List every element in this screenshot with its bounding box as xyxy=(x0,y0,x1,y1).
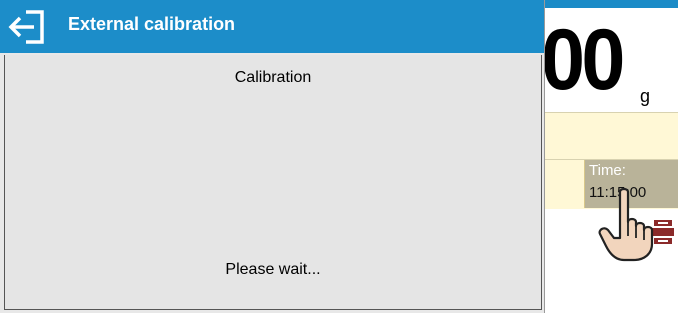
exit-arrow-icon xyxy=(8,10,44,44)
weight-unit: g xyxy=(640,86,651,106)
calibration-dialog: External calibration Calibration Please … xyxy=(0,0,544,313)
status-message: Please wait... xyxy=(225,261,321,278)
info-row xyxy=(540,112,678,160)
dialog-title: External calibration xyxy=(68,14,236,34)
time-label: Time: xyxy=(589,162,626,179)
info-cell xyxy=(540,160,585,208)
hand-pointer-icon xyxy=(598,186,660,262)
dialog-body: Calibration Please wait... xyxy=(4,55,542,310)
dialog-subtitle: Calibration xyxy=(234,69,312,86)
dialog-header: External calibration xyxy=(0,0,544,53)
weight-reading: 00 xyxy=(541,12,625,108)
exit-button[interactable] xyxy=(8,8,48,46)
